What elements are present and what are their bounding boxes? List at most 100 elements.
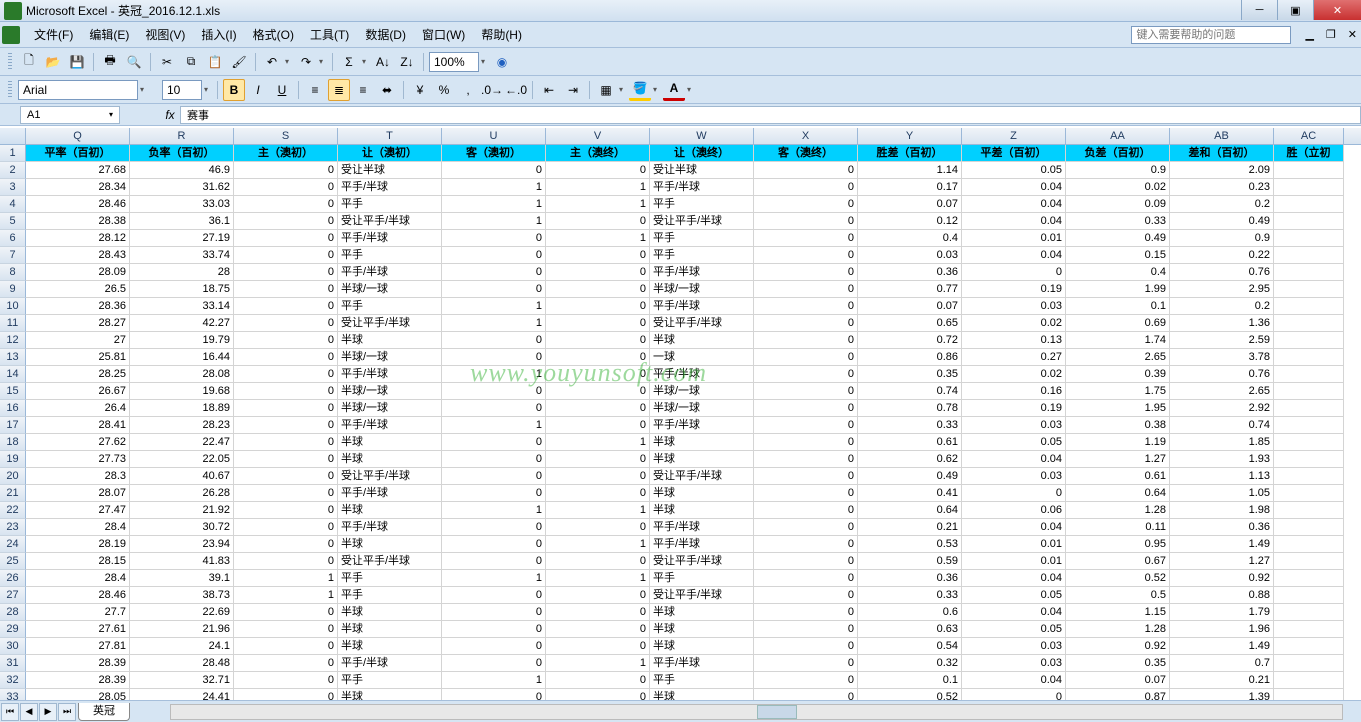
undo-icon[interactable]: ↶	[261, 51, 283, 73]
data-cell[interactable]: 0	[234, 332, 338, 349]
data-cell[interactable]: 0.35	[1066, 655, 1170, 672]
data-cell[interactable]: 1.74	[1066, 332, 1170, 349]
data-cell[interactable]: 0.54	[858, 638, 962, 655]
percent-icon[interactable]: %	[433, 79, 455, 101]
data-cell[interactable]	[1274, 587, 1344, 604]
fx-icon[interactable]: fx	[160, 108, 180, 122]
data-cell[interactable]: 0.02	[962, 315, 1066, 332]
row-header[interactable]: 10	[0, 298, 26, 315]
data-cell[interactable]: 28.4	[26, 519, 130, 536]
data-cell[interactable]: 平手/半球	[338, 417, 442, 434]
row-header[interactable]: 23	[0, 519, 26, 536]
data-cell[interactable]: 半球/一球	[338, 349, 442, 366]
data-cell[interactable]: 28.38	[26, 213, 130, 230]
toolbar-grip[interactable]	[8, 81, 12, 99]
data-cell[interactable]: 0	[234, 434, 338, 451]
data-cell[interactable]	[1274, 366, 1344, 383]
data-cell[interactable]: 0.4	[858, 230, 962, 247]
data-cell[interactable]: 0.69	[1066, 315, 1170, 332]
header-cell[interactable]: 平率（百初）	[26, 145, 130, 162]
comma-icon[interactable]: ,	[457, 79, 479, 101]
data-cell[interactable]: 平手	[338, 298, 442, 315]
data-cell[interactable]: 受让平手/半球	[650, 213, 754, 230]
data-cell[interactable]: 0	[546, 264, 650, 281]
data-cell[interactable]: 0.36	[858, 264, 962, 281]
data-cell[interactable]: 半球	[338, 604, 442, 621]
data-cell[interactable]: 0.4	[1066, 264, 1170, 281]
header-cell[interactable]: 主（澳终）	[546, 145, 650, 162]
row-header[interactable]: 4	[0, 196, 26, 213]
data-cell[interactable]	[1274, 247, 1344, 264]
tab-nav-last-icon[interactable]: ⏭	[58, 703, 76, 721]
data-cell[interactable]: 0.95	[1066, 536, 1170, 553]
data-cell[interactable]: 0	[442, 689, 546, 700]
data-cell[interactable]	[1274, 672, 1344, 689]
data-cell[interactable]: 31.62	[130, 179, 234, 196]
data-cell[interactable]: 半球	[338, 332, 442, 349]
data-cell[interactable]: 28.25	[26, 366, 130, 383]
data-cell[interactable]: 0.33	[858, 587, 962, 604]
data-cell[interactable]: 0	[754, 196, 858, 213]
data-cell[interactable]: 0.13	[962, 332, 1066, 349]
row-header[interactable]: 12	[0, 332, 26, 349]
zoom-box[interactable]	[429, 52, 479, 72]
data-cell[interactable]: 0.9	[1066, 162, 1170, 179]
data-cell[interactable]: 27.81	[26, 638, 130, 655]
data-cell[interactable]: 0	[754, 213, 858, 230]
data-cell[interactable]: 0	[754, 689, 858, 700]
data-cell[interactable]: 0	[546, 417, 650, 434]
data-cell[interactable]: 1	[442, 179, 546, 196]
data-cell[interactable]: 0.36	[1170, 519, 1274, 536]
decrease-indent-icon[interactable]: ⇤	[538, 79, 560, 101]
data-cell[interactable]: 0.67	[1066, 553, 1170, 570]
print-preview-icon[interactable]: 🔍	[123, 51, 145, 73]
row-header[interactable]: 31	[0, 655, 26, 672]
data-cell[interactable]: 0.04	[962, 451, 1066, 468]
data-cell[interactable]: 28.46	[26, 196, 130, 213]
data-cell[interactable]	[1274, 196, 1344, 213]
data-cell[interactable]: 16.44	[130, 349, 234, 366]
data-cell[interactable]: 0	[546, 281, 650, 298]
data-cell[interactable]: 1	[442, 196, 546, 213]
data-cell[interactable]: 受让平手/半球	[650, 553, 754, 570]
data-cell[interactable]: 28.41	[26, 417, 130, 434]
data-cell[interactable]: 27.73	[26, 451, 130, 468]
cut-icon[interactable]: ✂	[156, 51, 178, 73]
data-cell[interactable]: 平手/半球	[338, 485, 442, 502]
data-cell[interactable]: 平手/半球	[650, 536, 754, 553]
data-cell[interactable]: 0.78	[858, 400, 962, 417]
data-cell[interactable]: 平手	[650, 230, 754, 247]
data-cell[interactable]: 平手/半球	[338, 179, 442, 196]
data-cell[interactable]: 1	[442, 315, 546, 332]
data-cell[interactable]	[1274, 655, 1344, 672]
data-cell[interactable]: 28.12	[26, 230, 130, 247]
data-cell[interactable]: 0.01	[962, 553, 1066, 570]
data-cell[interactable]: 0	[546, 383, 650, 400]
underline-icon[interactable]: U	[271, 79, 293, 101]
data-cell[interactable]: 0.62	[858, 451, 962, 468]
data-cell[interactable]	[1274, 213, 1344, 230]
data-cell[interactable]	[1274, 451, 1344, 468]
tab-nav-first-icon[interactable]: ⏮	[1, 703, 19, 721]
data-cell[interactable]: 0.72	[858, 332, 962, 349]
data-cell[interactable]	[1274, 621, 1344, 638]
data-cell[interactable]: 26.5	[26, 281, 130, 298]
column-header[interactable]: R	[130, 128, 234, 144]
data-cell[interactable]: 42.27	[130, 315, 234, 332]
data-cell[interactable]: 平手/半球	[338, 519, 442, 536]
data-cell[interactable]: 28.15	[26, 553, 130, 570]
menu-data[interactable]: 数据(D)	[357, 24, 414, 45]
data-cell[interactable]: 27.7	[26, 604, 130, 621]
data-cell[interactable]: 0.01	[962, 230, 1066, 247]
header-cell[interactable]: 负率（百初）	[130, 145, 234, 162]
fill-color-icon[interactable]: 🪣	[629, 79, 651, 101]
column-header[interactable]: Q	[26, 128, 130, 144]
data-cell[interactable]: 1	[442, 570, 546, 587]
data-cell[interactable]: 平手	[338, 570, 442, 587]
row-header[interactable]: 27	[0, 587, 26, 604]
data-cell[interactable]	[1274, 315, 1344, 332]
align-left-icon[interactable]: ≡	[304, 79, 326, 101]
data-cell[interactable]: 1.99	[1066, 281, 1170, 298]
data-cell[interactable]: 0.01	[962, 536, 1066, 553]
data-cell[interactable]: 2.09	[1170, 162, 1274, 179]
